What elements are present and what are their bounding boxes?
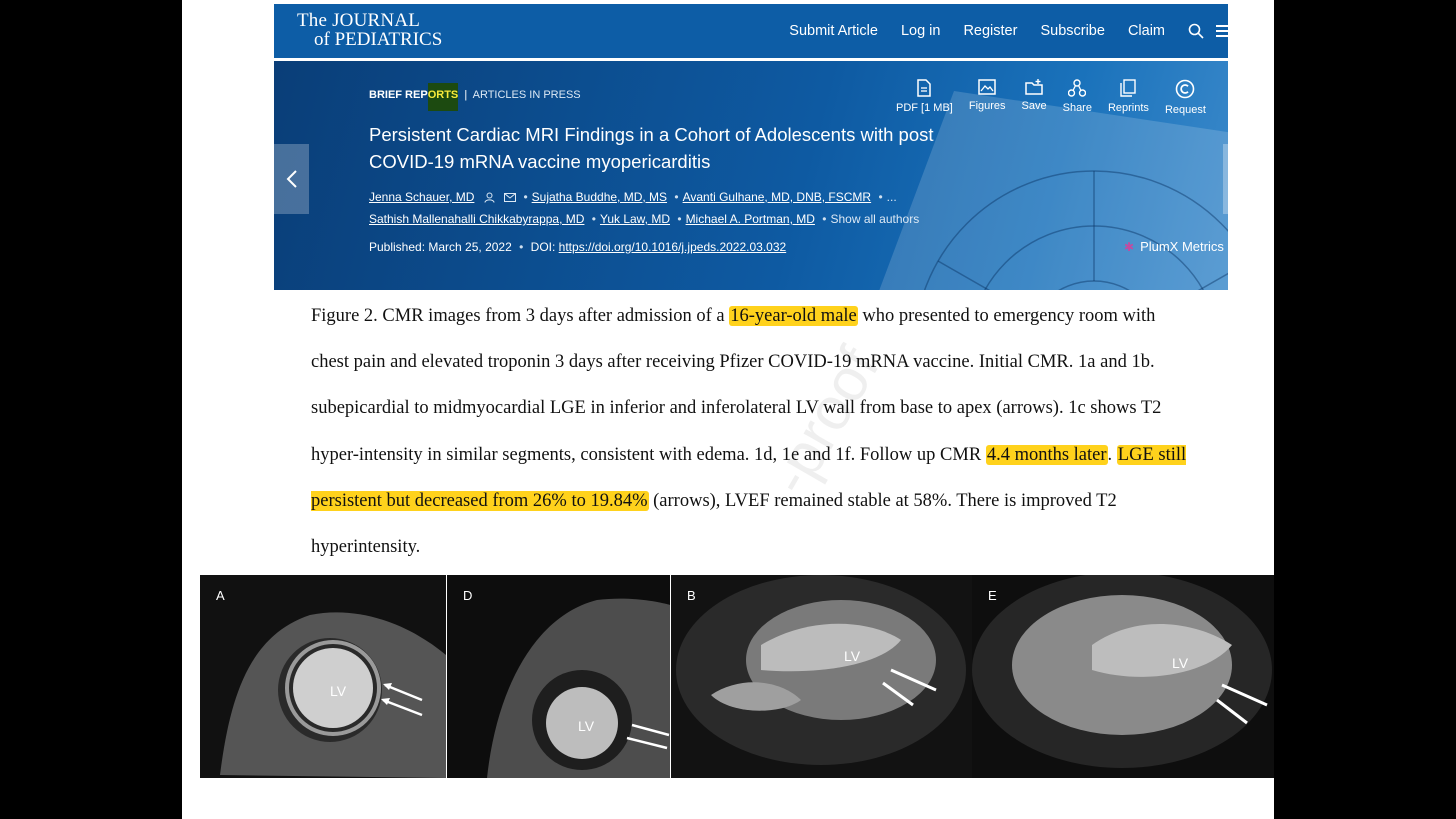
- pdf-button[interactable]: PDF [1 MB]: [896, 79, 953, 116]
- breadcrumb-section: BRIEF REPORTS: [369, 83, 459, 111]
- article-tools: PDF [1 MB] Figures Save Share Reprints R…: [896, 79, 1206, 116]
- reprints-icon: [1120, 79, 1137, 97]
- save-button[interactable]: Save: [1022, 79, 1047, 116]
- highlight-patient: 16-year-old male: [729, 306, 858, 326]
- figures-button[interactable]: Figures: [969, 79, 1006, 116]
- author-list: Jenna Schauer, MD • Sujatha Buddhe, MD, M…: [369, 190, 920, 226]
- authors-ellipsis[interactable]: ...: [887, 190, 897, 204]
- email-icon[interactable]: [504, 193, 517, 203]
- mri-panel-e: E LV: [972, 575, 1274, 778]
- save-icon: [1025, 79, 1043, 95]
- figures-icon: [978, 79, 996, 95]
- nav-subscribe[interactable]: Subscribe: [1040, 23, 1104, 39]
- author-link[interactable]: Sathish Mallenahalli Chikkabyrappa, MD: [369, 212, 584, 226]
- mri-short-axis-image: [447, 575, 670, 778]
- publication-info: Published: March 25, 2022 • DOI: https:/…: [369, 240, 787, 254]
- doi-label: DOI:: [530, 240, 556, 254]
- mri-panel-a: A LV: [200, 575, 446, 778]
- article-title: Persistent Cardiac MRI Findings in a Coh…: [369, 124, 934, 172]
- top-nav: Submit Article Log in Register Subscribe…: [789, 4, 1228, 58]
- journal-logo[interactable]: The JOURNAL of PEDIATRICS: [297, 11, 442, 49]
- mri-panel-d: D LV: [447, 575, 670, 778]
- mri-four-chamber-image: [671, 575, 972, 778]
- show-all-authors-link[interactable]: Show all authors: [830, 212, 919, 226]
- breadcrumb: BRIEF REPORTS | ARTICLES IN PRESS: [369, 83, 581, 111]
- author-link[interactable]: Avanti Gulhane, MD, DNB, FSCMR: [683, 190, 872, 204]
- author-link[interactable]: Michael A. Portman, MD: [686, 212, 815, 226]
- next-article-button[interactable]: [1223, 144, 1228, 214]
- previous-article-button[interactable]: [274, 144, 309, 214]
- request-button[interactable]: Request: [1165, 79, 1206, 116]
- author-link[interactable]: Yuk Law, MD: [600, 212, 670, 226]
- plumx-icon: ✱: [1124, 239, 1135, 254]
- mri-panel-b: B LV: [671, 575, 972, 778]
- chevron-left-icon: [286, 170, 297, 188]
- request-icon: [1176, 79, 1195, 99]
- menu-icon[interactable]: [1216, 24, 1228, 38]
- person-icon[interactable]: [484, 192, 495, 203]
- mri-short-axis-image: [200, 575, 446, 778]
- nav-register[interactable]: Register: [963, 23, 1017, 39]
- author-link[interactable]: Jenna Schauer, MD: [369, 190, 474, 204]
- pdf-icon: [917, 79, 932, 97]
- highlight-follow-up: 4.4 months later: [985, 444, 1108, 465]
- mri-four-chamber-image: [972, 575, 1274, 778]
- share-icon: [1068, 79, 1087, 97]
- figure-caption: Figure 2. CMR images from 3 days after a…: [311, 306, 1187, 558]
- nav-submit-article[interactable]: Submit Article: [789, 23, 878, 39]
- doi-link[interactable]: https://doi.org/10.1016/j.jpeds.2022.03.…: [559, 240, 787, 254]
- plumx-metrics-link[interactable]: ✱ PlumX Metrics: [1124, 239, 1224, 254]
- share-button[interactable]: Share: [1063, 79, 1092, 116]
- nav-log-in[interactable]: Log in: [901, 23, 941, 39]
- journal-header: The JOURNAL of PEDIATRICS Submit Article…: [274, 4, 1228, 61]
- nav-claim[interactable]: Claim: [1128, 23, 1165, 39]
- published-date: Published: March 25, 2022: [369, 240, 512, 254]
- search-icon[interactable]: [1188, 23, 1204, 39]
- breadcrumb-articles-in-press[interactable]: ARTICLES IN PRESS: [473, 89, 581, 101]
- reprints-button[interactable]: Reprints: [1108, 79, 1149, 116]
- author-link[interactable]: Sujatha Buddhe, MD, MS: [532, 190, 667, 204]
- article-header: BRIEF REPORTS | ARTICLES IN PRESS Persis…: [274, 61, 1228, 290]
